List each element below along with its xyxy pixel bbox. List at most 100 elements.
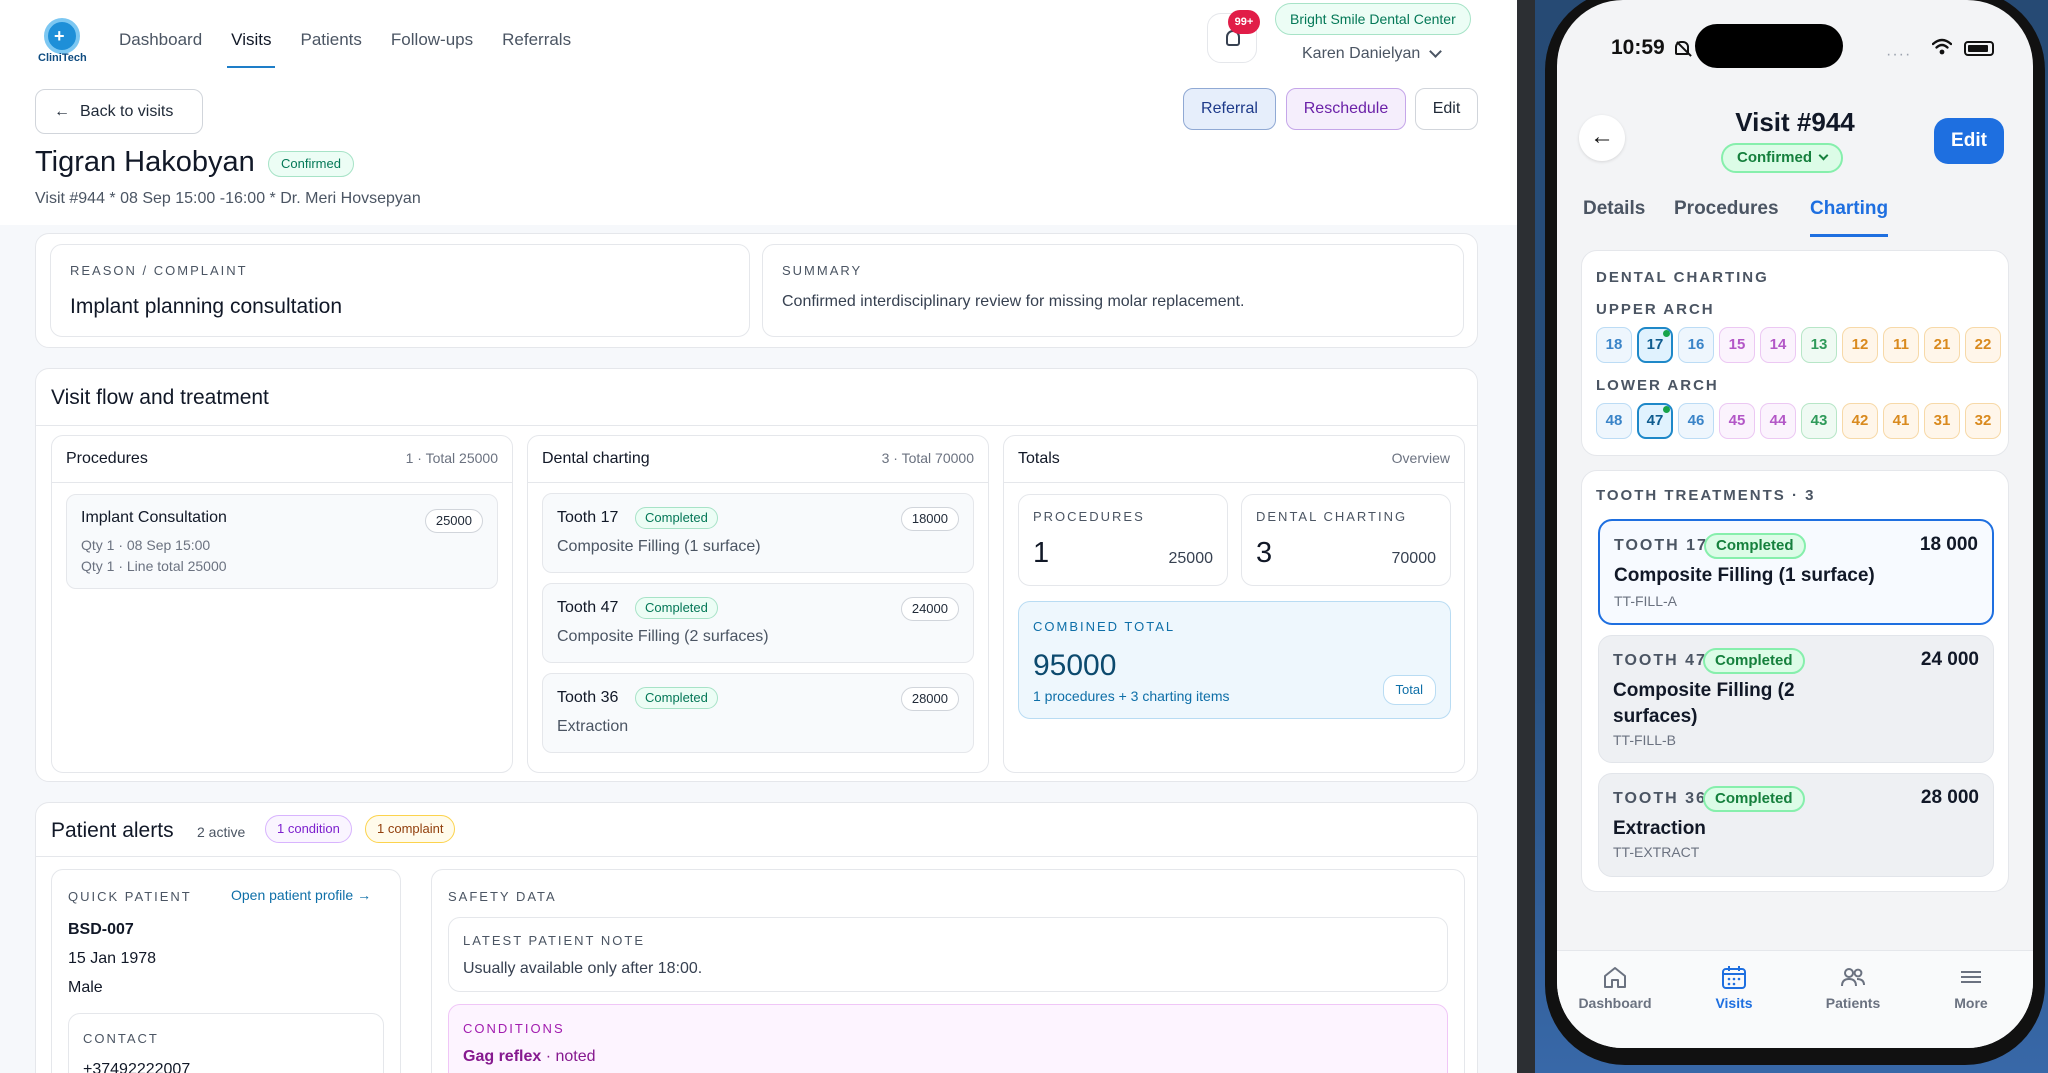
treatment-item[interactable]: TOOTH 47 Completed 24 000 Composite Fill… [1598, 635, 1994, 763]
conditions-box: CONDITIONS Gag reflex · noted [448, 1004, 1448, 1073]
condition-item: Gag reflex · noted [463, 1048, 596, 1066]
bottom-tab-bar: Dashboard Visits Patients More [1557, 950, 2033, 1048]
arrow-left-icon: ← [54, 103, 70, 120]
totals-column: Totals Overview PROCEDURES 1 25000 DENTA… [1003, 435, 1465, 773]
treatment-code: TT-EXTRACT [1613, 844, 1700, 860]
condition-state: · noted [541, 1048, 596, 1065]
procedures-sum: 25000 [1168, 550, 1214, 567]
treatment-item[interactable]: TOOTH 17 Completed 18 000 Composite Fill… [1598, 519, 1994, 625]
treatment-price: 18 000 [1919, 534, 1978, 555]
status-label: Confirmed [1737, 149, 1812, 166]
treatment-tooth: TOOTH 36 [1613, 790, 1707, 807]
procedures-meta: 1 · Total 25000 [405, 450, 498, 466]
tabbar-label: Visits [1715, 995, 1753, 1011]
status-dropdown[interactable]: Confirmed [1721, 143, 1843, 173]
tooth-42[interactable]: 42 [1842, 403, 1878, 439]
tooth-43[interactable]: 43 [1801, 403, 1837, 439]
tooth-14[interactable]: 14 [1760, 327, 1796, 363]
tooth-44[interactable]: 44 [1760, 403, 1796, 439]
procedure-item[interactable]: Implant Consultation 25000 Qty 1 · 08 Se… [66, 494, 498, 589]
nav-referrals[interactable]: Referrals [502, 30, 571, 68]
dental-charting-label: DENTAL CHARTING [1596, 269, 1769, 286]
tabbar-dashboard[interactable]: Dashboard [1560, 965, 1670, 1011]
procedure-name: Implant Consultation [81, 509, 227, 526]
tooth-48[interactable]: 48 [1596, 403, 1632, 439]
tab-procedures[interactable]: Procedures [1674, 198, 1779, 234]
procedures-total-box: PROCEDURES 1 25000 [1018, 494, 1228, 586]
treatment-price: 24 000 [1920, 649, 1979, 670]
treatment-price: 28 000 [1920, 787, 1979, 808]
back-to-visits-button[interactable]: ← Back to visits [35, 89, 203, 134]
combined-total-note: 1 procedures + 3 charting items [1033, 688, 1230, 704]
procedures-count: 1 [1033, 537, 1050, 569]
tooth-15[interactable]: 15 [1719, 327, 1755, 363]
tooth-47[interactable]: 47 [1637, 403, 1673, 439]
tooth-31[interactable]: 31 [1924, 403, 1960, 439]
edit-button[interactable]: Edit [1415, 88, 1478, 130]
nav-visits[interactable]: Visits [227, 30, 276, 68]
contact-value[interactable]: +37492222007 [83, 1061, 190, 1073]
procedures-total-label: PROCEDURES [1033, 509, 1145, 524]
clinic-selector[interactable]: Bright Smile Dental Center [1275, 3, 1471, 35]
tooth-label: 47 [1646, 412, 1664, 429]
charting-total-box: DENTAL CHARTING 3 70000 [1241, 494, 1451, 586]
tabbar-visits[interactable]: Visits [1679, 965, 1789, 1011]
tooth-16[interactable]: 16 [1678, 327, 1714, 363]
upper-arch-label: UPPER ARCH [1596, 301, 1715, 318]
patient-alerts-title: Patient alerts [51, 819, 174, 842]
summary-box: SUMMARY Confirmed interdisciplinary revi… [762, 244, 1464, 337]
tabbar-more[interactable]: More [1916, 965, 2026, 1011]
complaint-tag[interactable]: 1 complaint [365, 815, 456, 843]
charting-column: Dental charting 3 · Total 70000 Tooth 17… [527, 435, 989, 773]
contact-box: CONTACT +37492222007 [68, 1013, 384, 1073]
tabbar-patients[interactable]: Patients [1798, 965, 1908, 1011]
app-logo[interactable]: + CliniTech [38, 18, 88, 64]
tooth-treatments-label: TOOTH TREATMENTS · 3 [1596, 487, 1816, 504]
summary-label: SUMMARY [782, 263, 863, 278]
patient-dob: 15 Jan 1978 [68, 950, 157, 967]
edit-button[interactable]: Edit [1934, 118, 2004, 164]
tooth-18[interactable]: 18 [1596, 327, 1632, 363]
charting-item[interactable]: Tooth 17 Completed 18000 Composite Filli… [542, 493, 974, 573]
charting-treatment: Composite Filling (1 surface) [557, 538, 761, 555]
wifi-icon [1932, 38, 1952, 55]
open-patient-profile-link[interactable]: Open patient profile → [231, 887, 371, 903]
lower-arch-label: LOWER ARCH [1596, 377, 1719, 394]
nav-follow-ups[interactable]: Follow-ups [391, 30, 473, 68]
tooth-label: 17 [1646, 336, 1664, 353]
charting-item[interactable]: Tooth 47 Completed 24000 Composite Filli… [542, 583, 974, 663]
tooth-11[interactable]: 11 [1883, 327, 1919, 363]
tooth-13[interactable]: 13 [1801, 327, 1837, 363]
tooth-45[interactable]: 45 [1719, 403, 1755, 439]
completed-badge: Completed [635, 597, 718, 619]
condition-tag[interactable]: 1 condition [265, 815, 352, 843]
reschedule-button[interactable]: Reschedule [1286, 88, 1406, 130]
charting-price: 18000 [900, 507, 959, 531]
divider [528, 482, 988, 483]
tooth-46[interactable]: 46 [1678, 403, 1714, 439]
bell-slash-icon [1675, 41, 1689, 55]
charting-price: 28000 [900, 687, 959, 711]
charting-item[interactable]: Tooth 36 Completed 28000 Extraction [542, 673, 974, 753]
summary-value: Confirmed interdisciplinary review for m… [782, 293, 1245, 310]
tooth-treatments-card: TOOTH TREATMENTS · 3 TOOTH 17 Completed … [1581, 470, 2009, 892]
user-menu[interactable]: Karen Danielyan [1302, 45, 1420, 63]
nav-patients[interactable]: Patients [300, 30, 361, 68]
tooth-32[interactable]: 32 [1965, 403, 2001, 439]
treatment-tooth: TOOTH 17 [1614, 537, 1708, 554]
tooth-41[interactable]: 41 [1883, 403, 1919, 439]
referral-button[interactable]: Referral [1183, 88, 1276, 130]
treatment-code: TT-FILL-A [1614, 593, 1678, 609]
tabbar-label: Dashboard [1578, 995, 1652, 1011]
tooth-22[interactable]: 22 [1965, 327, 2001, 363]
alerts-active-count: 2 active [197, 824, 246, 840]
tab-details[interactable]: Details [1583, 198, 1645, 234]
treatment-item[interactable]: TOOTH 36 Completed 28 000 Extraction TT-… [1598, 773, 1994, 877]
tab-charting[interactable]: Charting [1810, 198, 1889, 237]
visit-flow-card: Visit flow and treatment Procedures 1 · … [35, 368, 1478, 782]
nav-dashboard[interactable]: Dashboard [119, 30, 202, 68]
charting-tooth: Tooth 36 [557, 689, 619, 706]
tooth-21[interactable]: 21 [1924, 327, 1960, 363]
tooth-17[interactable]: 17 [1637, 327, 1673, 363]
tooth-12[interactable]: 12 [1842, 327, 1878, 363]
